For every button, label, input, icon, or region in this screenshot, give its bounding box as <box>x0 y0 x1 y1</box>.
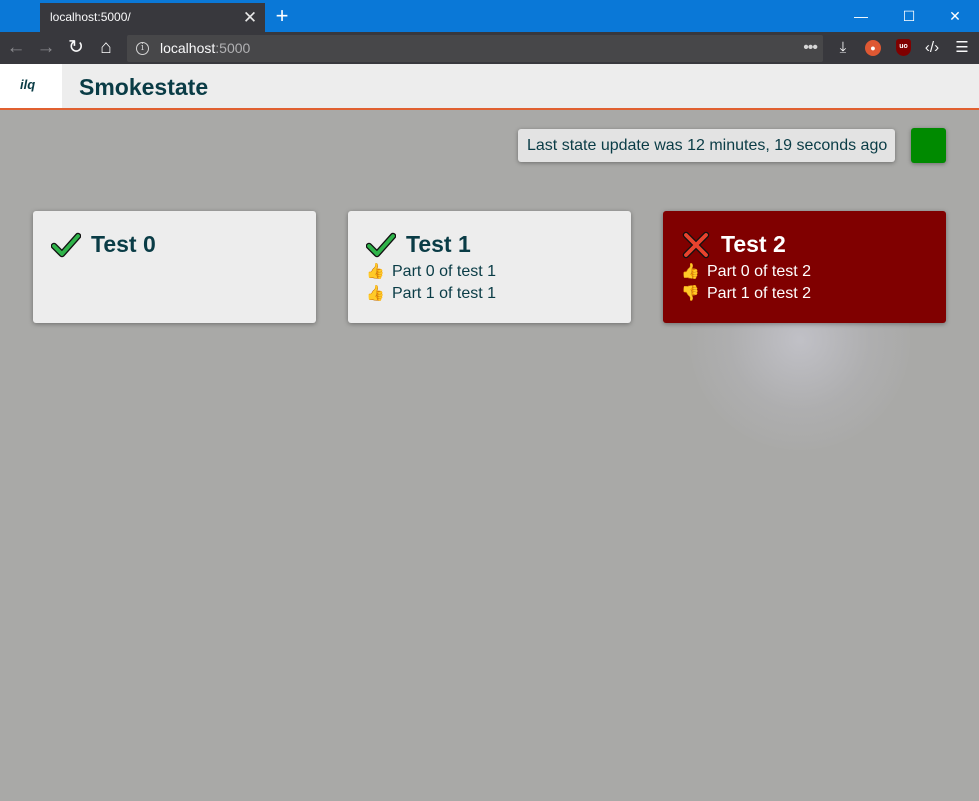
logo: ilq <box>0 64 62 108</box>
forward-icon[interactable]: → <box>33 35 59 61</box>
test-part: 👍 Part 0 of test 1 <box>366 262 496 282</box>
thumbs-up-icon: 👍 <box>681 263 700 280</box>
part-label: Part 0 of test 2 <box>707 263 812 280</box>
url-host: localhost <box>160 40 216 56</box>
new-tab-icon[interactable]: + <box>270 3 294 31</box>
minimize-icon[interactable]: — <box>838 0 884 32</box>
window-close-icon[interactable]: ✕ <box>932 0 978 32</box>
part-label: Part 1 of test 2 <box>707 285 812 302</box>
url-port: :5000 <box>215 40 251 56</box>
reload-icon[interactable]: ↻ <box>63 35 89 61</box>
ublock-icon[interactable]: uo <box>896 39 911 56</box>
page-actions-icon[interactable]: ••• <box>803 35 818 60</box>
thumbs-down-icon: 👎 <box>681 285 700 302</box>
check-icon <box>366 232 396 258</box>
duckduckgo-icon[interactable]: ● <box>865 40 881 56</box>
test-card: Test 1 👍 Part 0 of test 1 👍 Part 1 of test… <box>348 211 631 323</box>
test-title: Test 1 <box>406 231 471 257</box>
url-text: localhost:5000 <box>160 35 250 62</box>
tab-title: localhost:5000/ <box>50 10 131 24</box>
back-icon[interactable]: ← <box>3 35 29 61</box>
home-icon[interactable]: ⌂ <box>93 35 119 61</box>
test-card: Test 0 <box>33 211 316 323</box>
downloads-icon[interactable]: ⤓ <box>833 38 853 58</box>
maximize-icon[interactable]: ☐ <box>886 0 932 32</box>
test-part: 👍 Part 1 of test 1 <box>366 284 496 304</box>
test-part: 👎 Part 1 of test 2 <box>681 284 811 304</box>
cross-icon <box>682 231 710 259</box>
test-card: Test 2 👍 Part 0 of test 2 👎 Part 1 of test… <box>663 211 946 323</box>
thumbs-up-icon: 👍 <box>366 263 385 280</box>
logo-text: ilq <box>20 77 36 92</box>
browser-titlebar: localhost:5000/ ✕ + — ☐ ✕ <box>0 0 979 32</box>
tab-close-icon[interactable]: ✕ <box>241 3 259 32</box>
devtools-icon[interactable]: ‹/› <box>922 38 942 58</box>
test-title: Test 2 <box>721 231 786 257</box>
browser-tab[interactable]: localhost:5000/ ✕ <box>40 3 265 32</box>
check-icon <box>51 232 81 258</box>
page-title: Smokestate <box>79 74 209 100</box>
thumbs-up-icon: 👍 <box>366 285 385 302</box>
live-indicator <box>911 128 946 163</box>
part-label: Part 0 of test 1 <box>392 263 497 280</box>
site-info-icon[interactable]: i <box>136 42 149 55</box>
address-bar[interactable]: i localhost:5000 ••• <box>127 35 823 62</box>
test-part: 👍 Part 0 of test 2 <box>681 262 811 282</box>
menu-icon[interactable]: ☰ <box>952 38 972 58</box>
test-title: Test 0 <box>91 231 156 257</box>
part-label: Part 1 of test 1 <box>392 285 497 302</box>
browser-toolbar: ← → ↻ ⌂ i localhost:5000 ••• ⤓ ● uo ‹/› … <box>0 32 979 64</box>
last-update-status: Last state update was 12 minutes, 19 sec… <box>518 129 895 162</box>
app-header: ilq Smokestate <box>0 64 979 110</box>
